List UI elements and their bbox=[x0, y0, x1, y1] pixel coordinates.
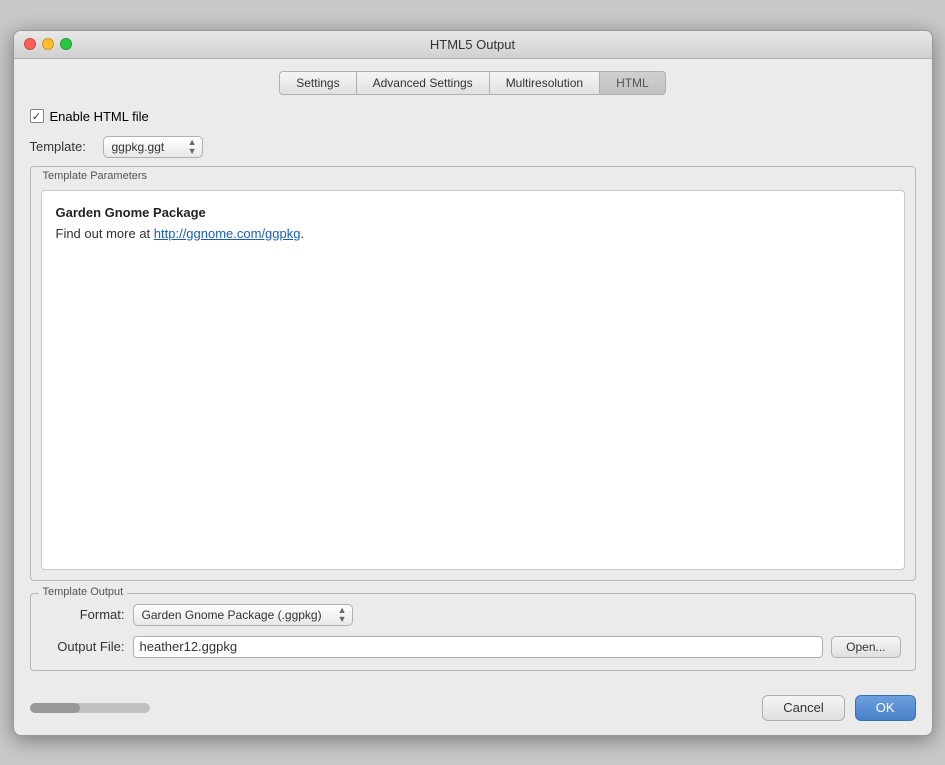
tab-settings[interactable]: Settings bbox=[279, 71, 356, 95]
output-file-input[interactable] bbox=[133, 636, 824, 658]
scroll-thumb bbox=[30, 703, 80, 713]
template-params-link[interactable]: http://ggnome.com/ggpkg bbox=[154, 226, 301, 241]
template-select-wrapper: ggpkg.ggt ▲▼ bbox=[103, 136, 203, 158]
tab-bar: Settings Advanced Settings Multiresoluti… bbox=[30, 71, 916, 95]
minimize-button[interactable] bbox=[42, 38, 54, 50]
template-output-section: Template Output Format: Garden Gnome Pac… bbox=[30, 593, 916, 671]
template-label: Template: bbox=[30, 139, 95, 154]
output-file-label: Output File: bbox=[45, 639, 125, 654]
main-window: HTML5 Output Settings Advanced Settings … bbox=[13, 30, 933, 736]
bottom-bar: Cancel OK bbox=[14, 687, 932, 735]
enable-html-row: ✓ Enable HTML file bbox=[30, 109, 916, 124]
template-select[interactable]: ggpkg.ggt bbox=[103, 136, 203, 158]
tab-advanced-settings[interactable]: Advanced Settings bbox=[357, 71, 490, 95]
enable-html-label: Enable HTML file bbox=[50, 109, 149, 124]
tab-html[interactable]: HTML bbox=[600, 71, 666, 95]
template-parameters-content: Garden Gnome Package Find out more at ht… bbox=[41, 190, 905, 570]
template-params-description: Find out more at http://ggnome.com/ggpkg… bbox=[56, 226, 890, 241]
output-file-row: Output File: Open... bbox=[45, 636, 901, 658]
close-button[interactable] bbox=[24, 38, 36, 50]
traffic-lights bbox=[24, 38, 72, 50]
template-parameters-legend: Template Parameters bbox=[39, 170, 152, 182]
template-parameters-section: Template Parameters Garden Gnome Package… bbox=[30, 166, 916, 581]
scrollbar[interactable] bbox=[30, 703, 150, 713]
template-params-heading: Garden Gnome Package bbox=[56, 205, 890, 220]
format-select[interactable]: Garden Gnome Package (.ggpkg) bbox=[133, 604, 353, 626]
enable-html-checkbox[interactable]: ✓ bbox=[30, 109, 44, 123]
open-button[interactable]: Open... bbox=[831, 636, 900, 658]
description-text: Find out more at bbox=[56, 226, 154, 241]
description-suffix: . bbox=[300, 226, 304, 241]
format-label: Format: bbox=[45, 607, 125, 622]
action-buttons: Cancel OK bbox=[762, 695, 915, 721]
format-row: Format: Garden Gnome Package (.ggpkg) ▲▼ bbox=[45, 604, 901, 626]
maximize-button[interactable] bbox=[60, 38, 72, 50]
template-output-legend: Template Output bbox=[39, 586, 128, 598]
template-row: Template: ggpkg.ggt ▲▼ bbox=[30, 136, 916, 158]
content-area: Settings Advanced Settings Multiresoluti… bbox=[14, 59, 932, 687]
window-title: HTML5 Output bbox=[430, 37, 515, 52]
cancel-button[interactable]: Cancel bbox=[762, 695, 844, 721]
titlebar: HTML5 Output bbox=[14, 31, 932, 59]
format-select-wrapper: Garden Gnome Package (.ggpkg) ▲▼ bbox=[133, 604, 353, 626]
template-parameters-inner: Garden Gnome Package Find out more at ht… bbox=[31, 182, 915, 580]
tab-multiresolution[interactable]: Multiresolution bbox=[490, 71, 600, 95]
ok-button[interactable]: OK bbox=[855, 695, 916, 721]
